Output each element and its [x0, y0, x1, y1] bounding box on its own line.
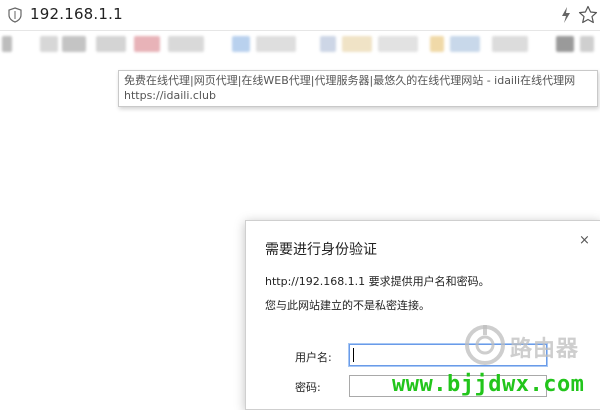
bookmark-blur [62, 36, 86, 52]
bolt-icon[interactable] [560, 6, 572, 24]
bookmark-blur [134, 36, 160, 52]
shield-icon[interactable] [8, 7, 22, 23]
text-caret [353, 348, 354, 362]
bookmark-blur [232, 36, 250, 52]
bookmark-blur [320, 36, 336, 52]
close-icon[interactable]: × [579, 233, 590, 248]
bookmark-blur [256, 36, 296, 52]
link-tooltip: 免费在线代理|网页代理|在线WEB代理|代理服务器|最悠久的在线代理网站 - i… [118, 70, 598, 107]
address-bar[interactable]: 192.168.1.1 [0, 0, 600, 31]
bookmark-blur [492, 36, 528, 52]
bookmark-blur [430, 36, 444, 52]
tooltip-url: https://idaili.club [124, 89, 216, 102]
tooltip-title: 免费在线代理|网页代理|在线WEB代理|代理服务器|最悠久的在线代理网站 - i… [124, 74, 576, 87]
bookmark-blur [580, 36, 594, 52]
bookmark-blur [450, 36, 480, 52]
watermark-logo-text: 路由器 [510, 337, 580, 362]
bookmark-blur [342, 36, 372, 52]
star-icon[interactable] [578, 5, 598, 25]
bookmarks-bar [0, 34, 600, 54]
bookmark-blur [556, 36, 574, 52]
dialog-message-secure: 您与此网站建立的不是私密连接。 [265, 299, 430, 312]
password-label: 密码: [295, 381, 321, 394]
router-logo-icon [465, 325, 505, 365]
bookmark-blur [2, 36, 12, 52]
bookmark-blur [378, 36, 418, 52]
watermark-site: www.bjjdwx.com [392, 372, 585, 397]
dialog-message: http://192.168.1.1 要求提供用户名和密码。 [265, 275, 490, 288]
dialog-title: 需要进行身份验证 [265, 242, 377, 258]
bookmark-blur [96, 36, 126, 52]
bookmark-blur [168, 36, 204, 52]
url-text[interactable]: 192.168.1.1 [30, 5, 123, 23]
username-label: 用户名: [295, 351, 332, 364]
bookmark-blur [40, 36, 58, 52]
